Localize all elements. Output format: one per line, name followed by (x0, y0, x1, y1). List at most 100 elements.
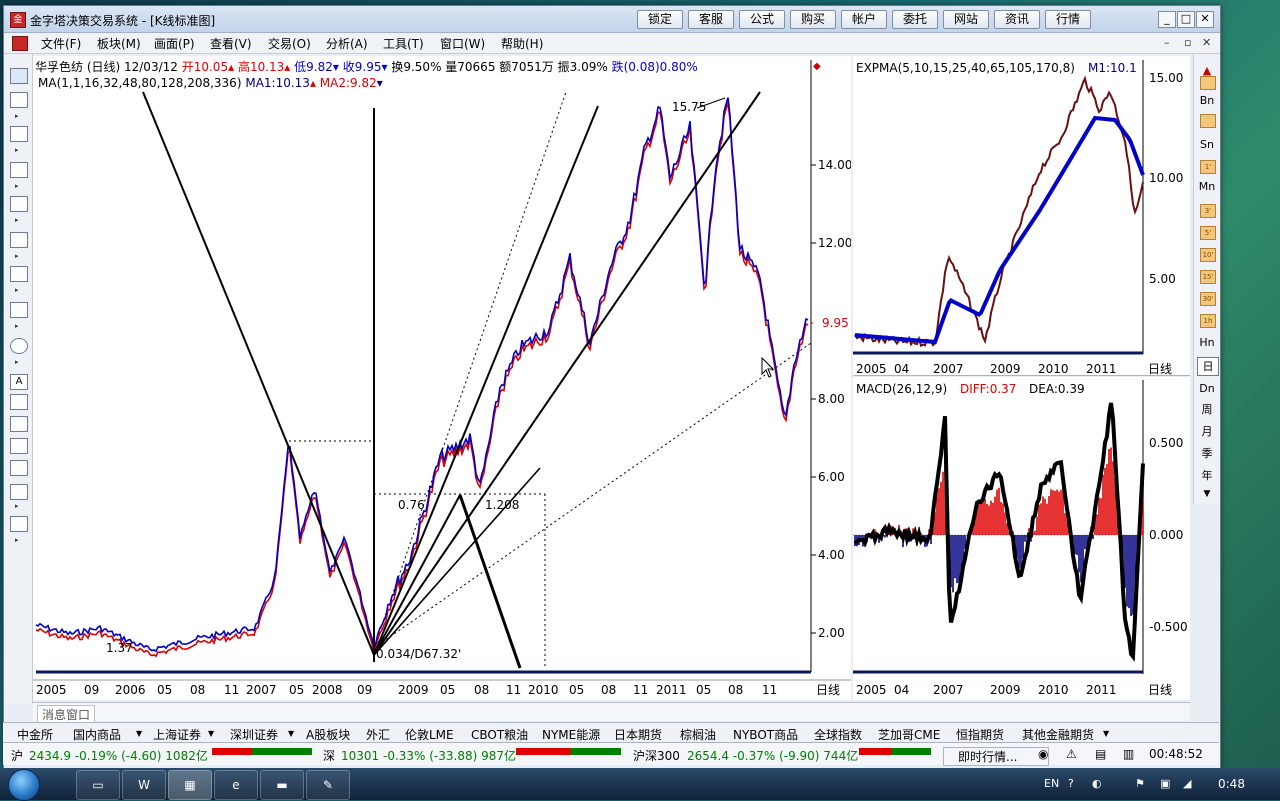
lock-button[interactable]: 锁定 (637, 10, 683, 29)
language-indicator[interactable]: EN (1044, 777, 1059, 790)
expma-chart[interactable]: EXPMA(5,10,15,25,40,65,105,170,8) M1:10.… (853, 56, 1190, 376)
palette-tool-icon[interactable] (10, 484, 28, 500)
maximize-button[interactable]: □ (1177, 11, 1195, 28)
expand-arrow-icon[interactable]: ▸ (15, 502, 19, 510)
dropdown-icon[interactable]: ▼ (1103, 729, 1109, 738)
expand-arrow-icon[interactable]: ▸ (15, 216, 19, 224)
taskbar-trading-app[interactable]: ▦ (168, 770, 212, 800)
expand-arrow-icon[interactable]: ▸ (15, 112, 19, 120)
website-button[interactable]: 网站 (943, 10, 989, 29)
flag-icon[interactable]: ⚑ (1135, 777, 1145, 790)
period-1hour[interactable]: 1h (1200, 314, 1216, 328)
expand-arrow-icon[interactable]: ▸ (15, 286, 19, 294)
order-button[interactable]: 委托 (892, 10, 938, 29)
tab-japan-futures[interactable]: 日本期货 (614, 726, 662, 743)
grid-tool-icon[interactable] (10, 162, 28, 178)
taskbar-ie[interactable]: e (214, 770, 258, 800)
note-icon[interactable]: ▤ (1095, 747, 1106, 761)
fan-tool-icon[interactable] (10, 196, 28, 212)
service-button[interactable]: 客服 (688, 10, 734, 29)
taskbar-notes[interactable]: ▬ (260, 770, 304, 800)
period-dn[interactable]: Dn (1197, 380, 1217, 397)
realtime-quote-button[interactable]: 即时行情... (943, 747, 1049, 766)
tab-nybot[interactable]: NYBOT商品 (733, 726, 798, 743)
mdi-restore-icon[interactable]: ▫ (1184, 36, 1191, 49)
mdi-minimize-icon[interactable]: – (1164, 36, 1170, 49)
calc-icon[interactable]: ▥ (1123, 747, 1134, 761)
ime-icon[interactable]: ◐ (1092, 777, 1102, 790)
tab-forex[interactable]: 外汇 (366, 726, 390, 743)
quotes-button[interactable]: 行情 (1045, 10, 1091, 29)
tab-cbot[interactable]: CBOT粮油 (471, 726, 528, 743)
dropdown-icon[interactable]: ▼ (208, 729, 214, 738)
tab-domestic-commodities[interactable]: 国内商品 (73, 726, 121, 743)
tab-shanghai[interactable]: 上海证券 (153, 726, 201, 743)
tab-nymex[interactable]: NYME能源 (542, 726, 600, 743)
period-1min[interactable]: 1' (1200, 160, 1216, 174)
alarm-icon[interactable]: ⚠ (1066, 747, 1077, 761)
circle-tool-icon[interactable] (10, 338, 28, 354)
period-toggle-icon[interactable] (1200, 114, 1216, 128)
volume-icon[interactable]: ◢ (1183, 777, 1191, 790)
period-year[interactable]: 年 (1197, 467, 1217, 484)
gann-tool-icon[interactable] (10, 266, 28, 282)
kline-chart[interactable]: ◆ 14.00 12.00 8.00 6.00 4.00 2.00 9.95 1… (33, 56, 851, 700)
start-button[interactable] (8, 769, 40, 801)
tab-other-financial[interactable]: 其他金融期货 (1022, 726, 1094, 743)
period-bn[interactable]: Bn (1197, 92, 1217, 109)
period-3min[interactable]: 3' (1200, 204, 1216, 218)
period-day[interactable]: 日 (1197, 357, 1219, 376)
menu-analysis[interactable]: 分析(A) (326, 35, 368, 52)
menu-view[interactable]: 查看(V) (210, 35, 252, 52)
account-button[interactable]: 帐户 (841, 10, 887, 29)
globe-icon[interactable]: ◉ (1038, 747, 1048, 761)
expand-arrow-icon[interactable]: ▸ (15, 322, 19, 330)
menu-help[interactable]: 帮助(H) (501, 35, 543, 52)
period-30min[interactable]: 30' (1200, 292, 1216, 306)
expand-arrow-icon[interactable]: ▸ (15, 146, 19, 154)
period-month[interactable]: 月 (1197, 423, 1217, 440)
macd-chart[interactable]: MACD(26,12,9) DIFF:0.37 DEA:0.39 0.500 0… (853, 377, 1190, 700)
news-button[interactable]: 资讯 (994, 10, 1040, 29)
menu-file[interactable]: 文件(F) (41, 35, 81, 52)
tab-a-share-sector[interactable]: A股板块 (306, 726, 350, 743)
tab-cffex[interactable]: 中金所 (17, 726, 53, 743)
menu-sector[interactable]: 板块(M) (97, 35, 141, 52)
period-quarter[interactable]: 季 (1197, 445, 1217, 462)
fibonacci-tool-icon[interactable] (10, 232, 28, 248)
expand-arrow-icon[interactable]: ▸ (15, 182, 19, 190)
pointer-tool-icon[interactable] (10, 68, 28, 84)
line-tool-icon[interactable] (10, 92, 28, 108)
formula-button[interactable]: 公式 (739, 10, 785, 29)
dropdown-icon[interactable]: ▼ (136, 729, 142, 738)
eraser-tool-icon[interactable] (10, 438, 28, 454)
expand-arrow-icon[interactable]: ▸ (15, 536, 19, 544)
candle-mode-icon[interactable] (1200, 76, 1216, 90)
menu-trade[interactable]: 交易(O) (268, 35, 311, 52)
period-week[interactable]: 周 (1197, 401, 1217, 418)
arrow-tool-icon[interactable] (10, 394, 28, 410)
taskbar-tool[interactable]: ✎ (306, 770, 350, 800)
taskbar-word[interactable]: W (122, 770, 166, 800)
help-icon[interactable]: ? (1068, 777, 1074, 790)
mdi-close-icon[interactable]: ✕ (1202, 36, 1211, 49)
rectangle-tool-icon[interactable] (10, 302, 28, 318)
text-tool-icon[interactable]: A (10, 374, 28, 390)
settings-tool-icon[interactable] (10, 516, 28, 532)
close-button[interactable]: ✕ (1196, 11, 1214, 28)
period-5min[interactable]: 5' (1200, 226, 1216, 240)
expand-arrow-icon[interactable]: ▸ (15, 252, 19, 260)
tab-palm-oil[interactable]: 棕榈油 (680, 726, 716, 743)
taskbar-explorer[interactable]: ▭ (76, 770, 120, 800)
period-mn[interactable]: Mn (1197, 178, 1217, 195)
dropdown-icon[interactable]: ▼ (288, 729, 294, 738)
parallel-tool-icon[interactable] (10, 126, 28, 142)
cross-tool-icon[interactable] (10, 416, 28, 432)
tab-shenzhen[interactable]: 深圳证券 (230, 726, 278, 743)
copy-tool-icon[interactable] (10, 460, 28, 476)
menu-window[interactable]: 窗口(W) (440, 35, 485, 52)
network-icon[interactable]: ▣ (1160, 777, 1170, 790)
minimize-button[interactable]: _ (1158, 11, 1176, 28)
period-10min[interactable]: 10' (1200, 248, 1216, 262)
tab-hsi-futures[interactable]: 恒指期货 (956, 726, 1004, 743)
